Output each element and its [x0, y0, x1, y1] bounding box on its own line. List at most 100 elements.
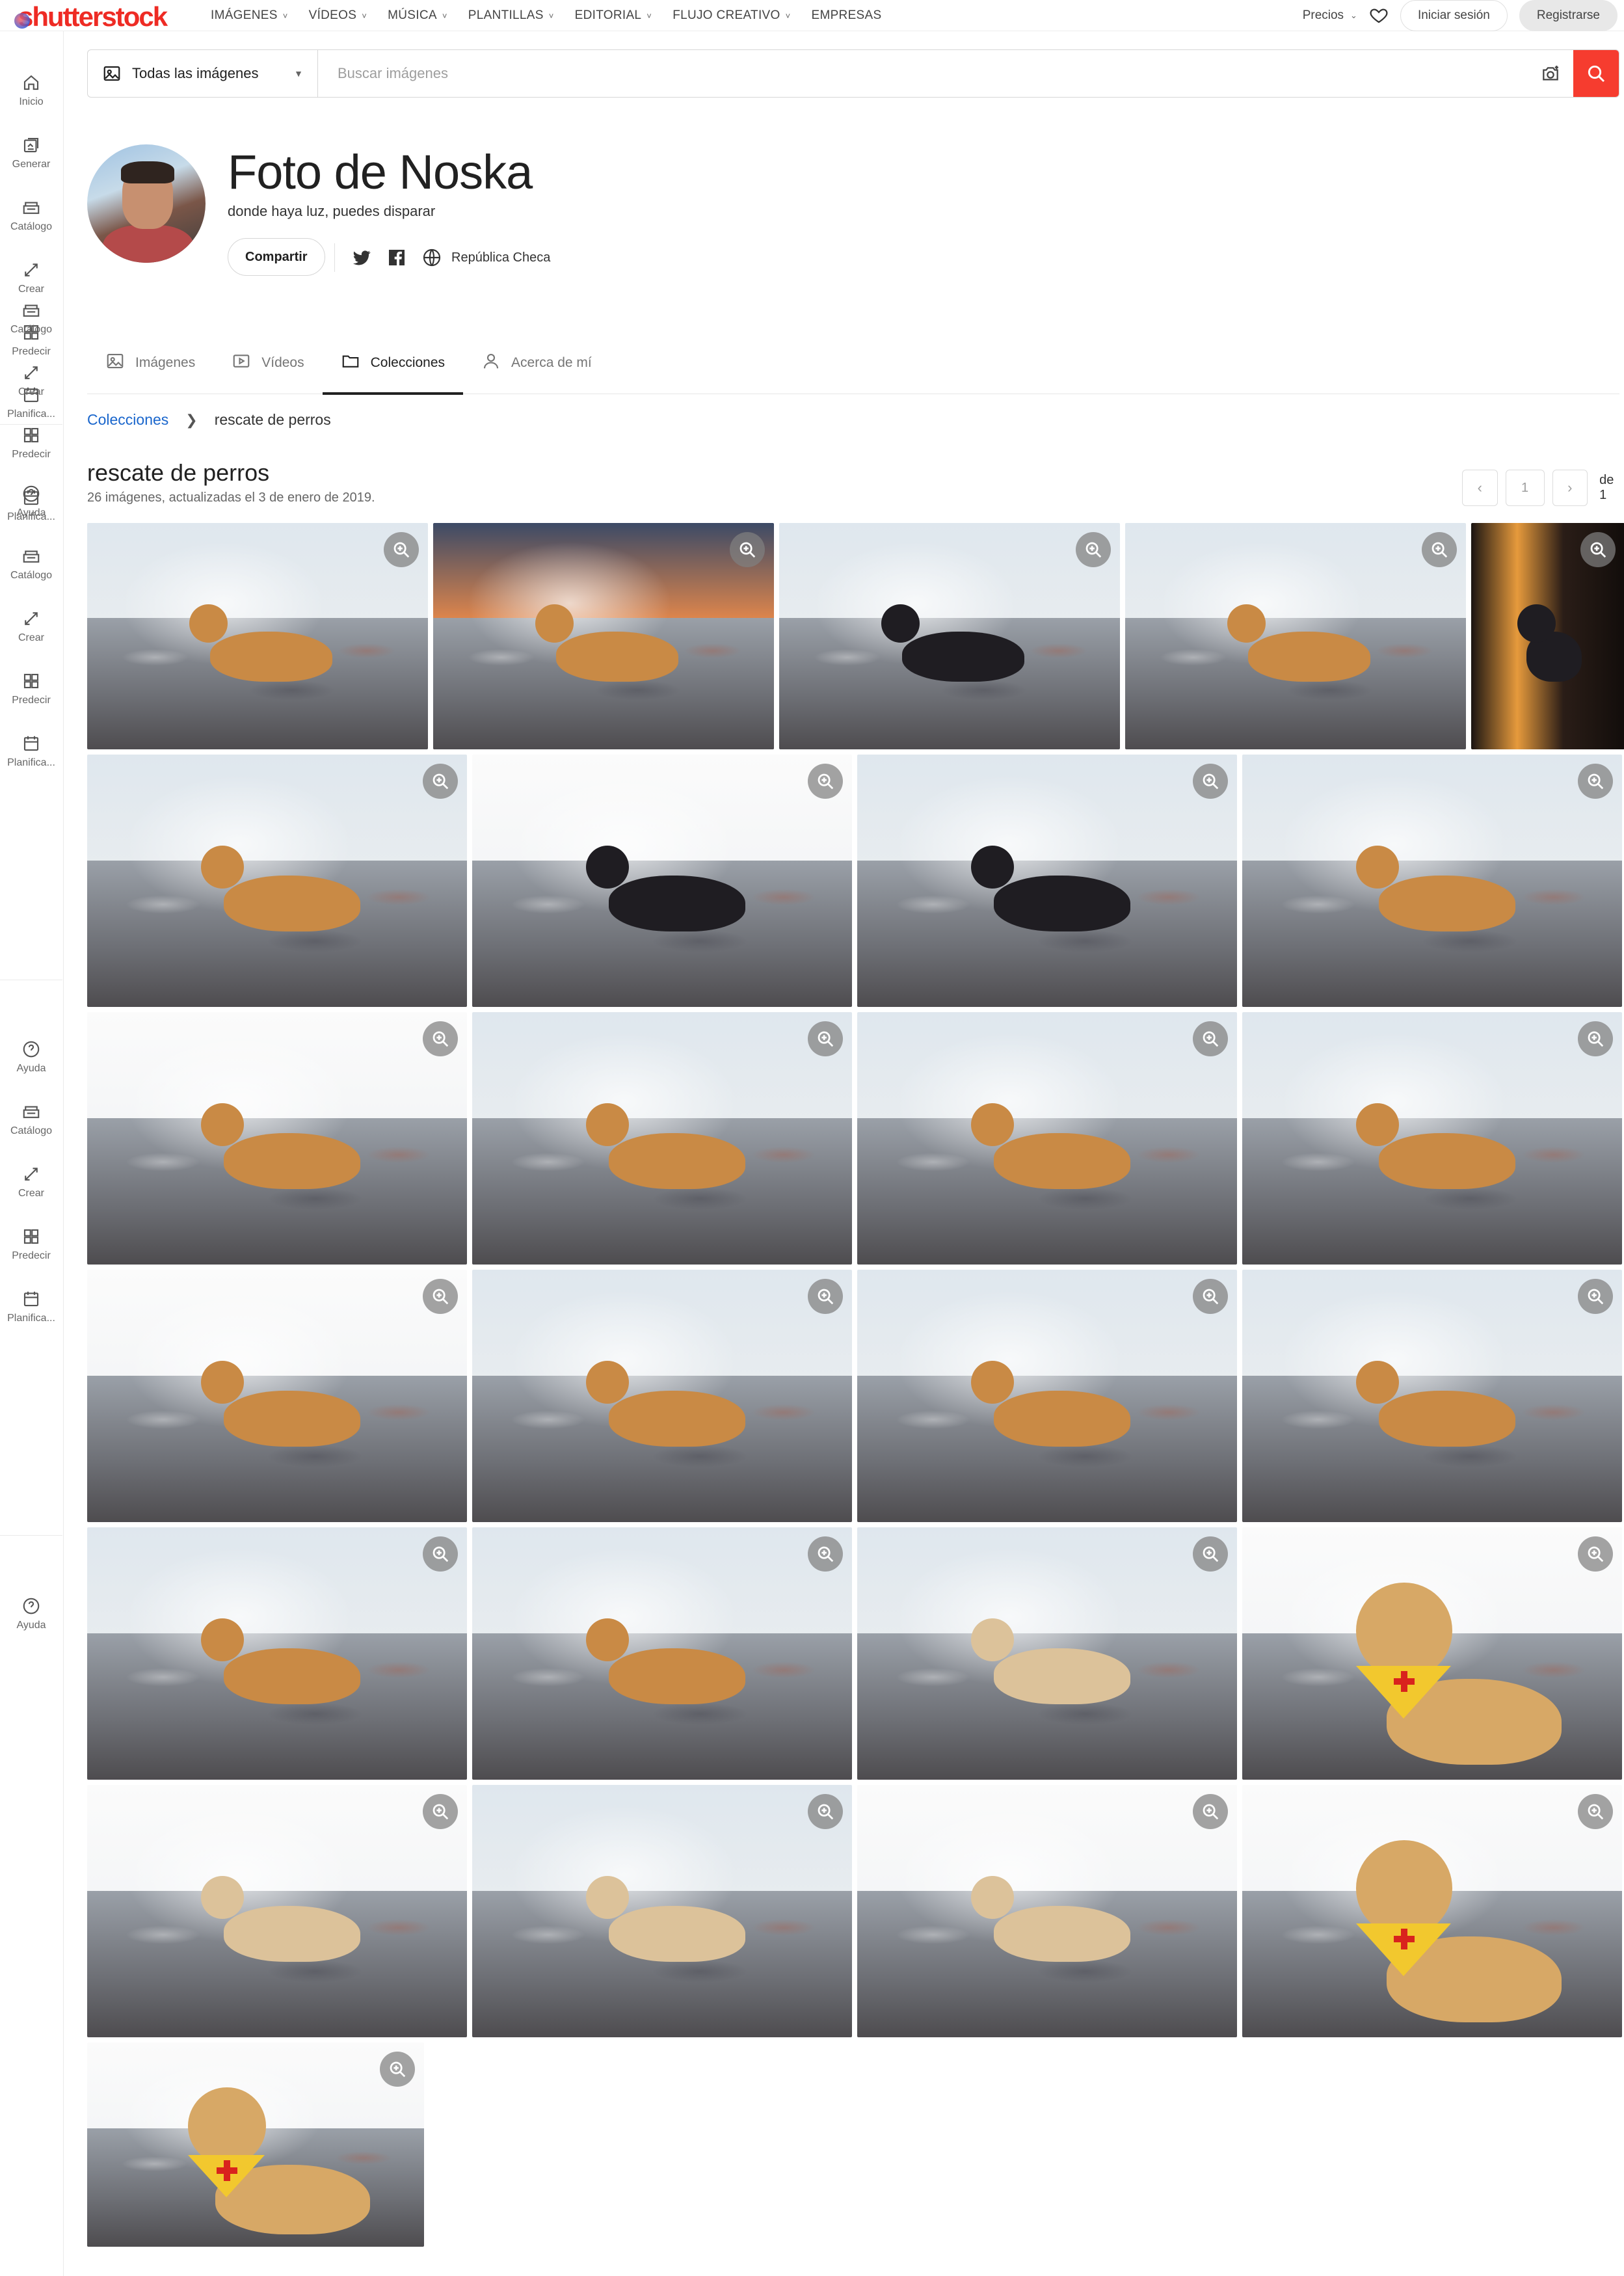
- shutterstock-logo[interactable]: shutterstock: [14, 1, 168, 33]
- image-tile[interactable]: [87, 1785, 467, 2037]
- tab-vídeos[interactable]: Vídeos: [213, 332, 322, 394]
- zoom-in-button[interactable]: [1578, 1794, 1613, 1829]
- zoom-in-button[interactable]: [1193, 1279, 1228, 1314]
- image-tile[interactable]: [1242, 1527, 1622, 1780]
- nav-link-editorial[interactable]: EDITORIAL ˅: [565, 8, 663, 23]
- image-tile[interactable]: [87, 755, 467, 1007]
- image-tile[interactable]: [1471, 523, 1624, 749]
- zoom-in-button[interactable]: [1076, 532, 1111, 567]
- image-tile[interactable]: [1242, 755, 1622, 1007]
- rail-item-catálogo[interactable]: Catálogo: [0, 1102, 62, 1137]
- image-tile[interactable]: [1242, 1785, 1622, 2037]
- rail-item-predecir[interactable]: Predecir: [0, 1227, 62, 1262]
- search-input[interactable]: [318, 50, 1528, 97]
- zoom-in-button[interactable]: [1422, 532, 1457, 567]
- share-button[interactable]: Compartir: [228, 238, 325, 276]
- tab-acerca-de-mí[interactable]: Acerca de mí: [463, 332, 610, 394]
- register-button[interactable]: Registrarse: [1519, 0, 1617, 31]
- rail-item-predecir[interactable]: Predecir: [0, 671, 62, 706]
- zoom-in-button[interactable]: [730, 532, 765, 567]
- rail-item-generar[interactable]: Generar: [0, 135, 62, 170]
- breadcrumb-collections-link[interactable]: Colecciones: [87, 411, 168, 429]
- rail-item-ayuda[interactable]: Ayuda: [0, 484, 62, 519]
- image-tile[interactable]: [1242, 1012, 1622, 1265]
- zoom-in-button[interactable]: [423, 1794, 458, 1829]
- rail-item-crear[interactable]: Crear: [0, 609, 62, 644]
- camera-search-icon[interactable]: [1528, 50, 1573, 97]
- rail-item-ayuda[interactable]: Ayuda: [0, 1039, 62, 1075]
- nav-link-plantillas[interactable]: PLANTILLAS ˅: [458, 8, 565, 23]
- image-tile[interactable]: [1242, 1270, 1622, 1522]
- image-tile[interactable]: [857, 1785, 1237, 2037]
- zoom-in-button[interactable]: [1193, 764, 1228, 799]
- tab-imágenes[interactable]: Imágenes: [87, 332, 213, 394]
- rail-item-catálogo[interactable]: Catálogo: [0, 301, 62, 336]
- zoom-in-button[interactable]: [380, 2052, 415, 2087]
- image-tile[interactable]: [87, 1527, 467, 1780]
- image-tile[interactable]: [779, 523, 1120, 749]
- heart-icon[interactable]: [1369, 6, 1389, 25]
- rail-item-predecir[interactable]: Predecir: [0, 425, 62, 461]
- rail-item-planifica[interactable]: Planifica...: [0, 1289, 62, 1324]
- image-tile[interactable]: [472, 1270, 852, 1522]
- dog-head: [1356, 1360, 1400, 1404]
- zoom-in-button[interactable]: [423, 1279, 458, 1314]
- zoom-in-button[interactable]: [808, 1279, 843, 1314]
- login-button[interactable]: Iniciar sesión: [1400, 0, 1508, 31]
- zoom-in-button[interactable]: [808, 1021, 843, 1056]
- rail-item-inicio[interactable]: Inicio: [0, 73, 62, 108]
- rail-item-catálogo[interactable]: Catálogo: [0, 546, 62, 582]
- nav-link-empresas[interactable]: EMPRESAS: [801, 8, 892, 23]
- image-tile[interactable]: [87, 2042, 424, 2247]
- image-tile[interactable]: [472, 1012, 852, 1265]
- zoom-in-button[interactable]: [384, 532, 419, 567]
- image-tile[interactable]: [87, 1012, 467, 1265]
- zoom-in-button[interactable]: [1578, 1021, 1613, 1056]
- rail-item-planifica[interactable]: Planifica...: [0, 734, 62, 769]
- pricing-menu[interactable]: Precios ⌄: [1303, 8, 1357, 23]
- image-tile[interactable]: [87, 523, 428, 749]
- search-submit-button[interactable]: [1573, 50, 1619, 97]
- zoom-in-button[interactable]: [423, 764, 458, 799]
- image-tile[interactable]: [472, 1785, 852, 2037]
- rail-item-crear[interactable]: Crear: [0, 1164, 62, 1199]
- zoom-in-button[interactable]: [1193, 1536, 1228, 1572]
- nav-link-vídeos[interactable]: VÍDEOS ˅: [299, 8, 378, 23]
- zoom-in-button[interactable]: [1578, 764, 1613, 799]
- rail-item-catálogo[interactable]: Catálogo: [0, 198, 62, 233]
- search-type-dropdown[interactable]: Todas las imágenes ▼: [88, 50, 318, 97]
- nav-link-label: PLANTILLAS: [468, 8, 544, 22]
- zoom-in-button[interactable]: [423, 1021, 458, 1056]
- nav-link-imágenes[interactable]: IMÁGENES ˅: [200, 8, 299, 23]
- image-tile[interactable]: [472, 755, 852, 1007]
- nav-link-música[interactable]: MÚSICA ˅: [377, 8, 458, 23]
- zoom-in-button[interactable]: [808, 1794, 843, 1829]
- tab-colecciones[interactable]: Colecciones: [322, 332, 464, 395]
- zoom-in-button[interactable]: [1193, 1794, 1228, 1829]
- prev-page-button[interactable]: ‹: [1462, 470, 1498, 506]
- next-page-button[interactable]: ›: [1552, 470, 1588, 506]
- image-tile[interactable]: [433, 523, 774, 749]
- zoom-in-button[interactable]: [1578, 1536, 1613, 1572]
- zoom-in-button[interactable]: [423, 1536, 458, 1572]
- image-tile[interactable]: [472, 1527, 852, 1780]
- zoom-in-button[interactable]: [808, 1536, 843, 1572]
- rail-item-crear[interactable]: Crear: [0, 260, 62, 295]
- zoom-in-button[interactable]: [1193, 1021, 1228, 1056]
- facebook-icon[interactable]: [386, 247, 407, 268]
- image-tile[interactable]: [87, 1270, 467, 1522]
- image-tile[interactable]: [857, 1270, 1237, 1522]
- zoom-in-button[interactable]: [1580, 532, 1616, 567]
- image-tile[interactable]: [857, 1527, 1237, 1780]
- create-icon: [0, 363, 62, 382]
- page-number-input[interactable]: [1505, 470, 1545, 506]
- twitter-icon[interactable]: [351, 247, 372, 268]
- image-tile[interactable]: [857, 1012, 1237, 1265]
- rail-item-crear[interactable]: Crear: [0, 363, 62, 398]
- image-tile[interactable]: [857, 755, 1237, 1007]
- rail-item-ayuda[interactable]: Ayuda: [0, 1596, 62, 1631]
- zoom-in-button[interactable]: [1578, 1279, 1613, 1314]
- zoom-in-button[interactable]: [808, 764, 843, 799]
- image-tile[interactable]: [1125, 523, 1466, 749]
- nav-link-flujo-creativo[interactable]: FLUJO CREATIVO ˅: [662, 8, 801, 23]
